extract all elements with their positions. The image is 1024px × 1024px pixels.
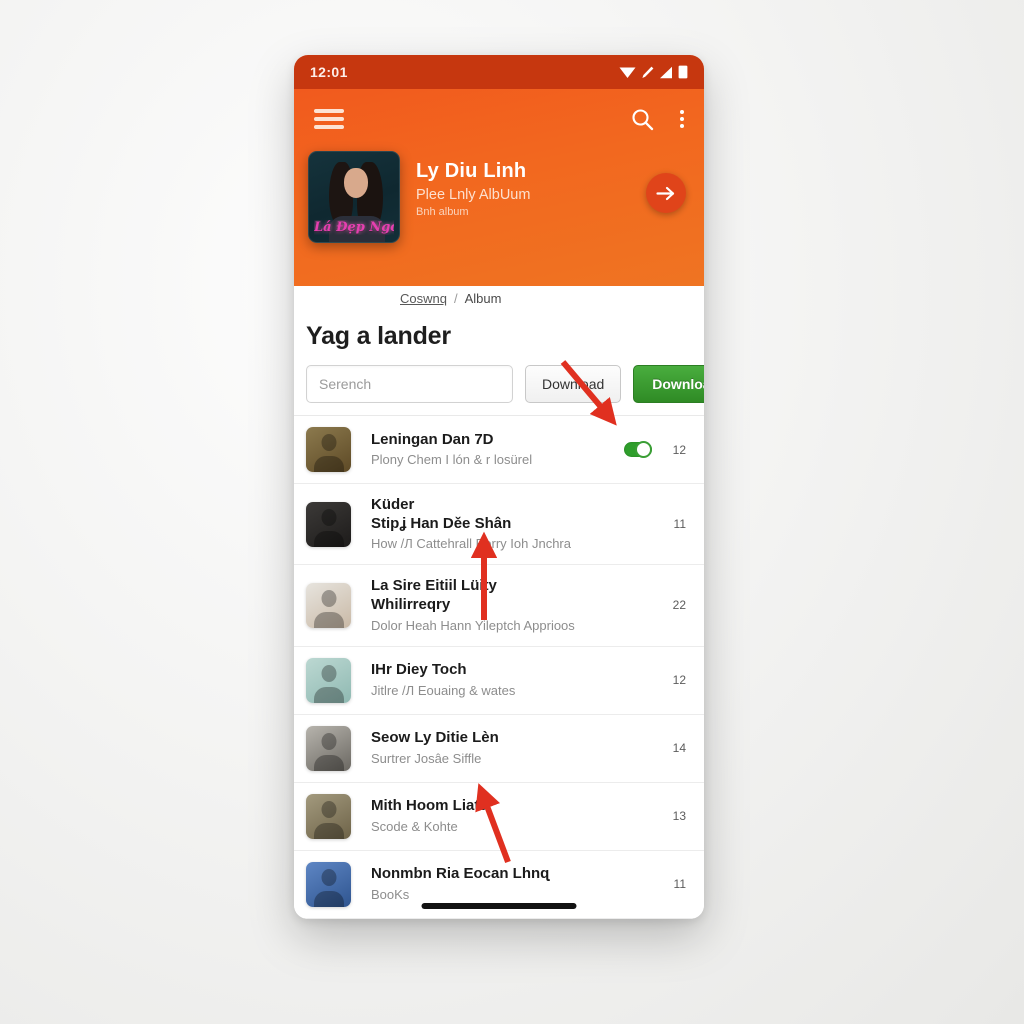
list-item-title: Nonmbn Ria Eocan Lhnɋ [371, 865, 550, 883]
app-bar-toolbar [294, 89, 704, 149]
album-subtitle-primary: Plee Lnly AlbUum [416, 187, 531, 203]
list-item-toggle[interactable] [624, 441, 652, 458]
list-item-thumbnail [306, 861, 351, 907]
list-item-trailing: 12 [624, 441, 686, 458]
list-item-subtitle: Surtrer Josâe Siffle [371, 750, 482, 766]
toolbar-controls: Download Download [294, 351, 704, 415]
list-item-title-line2: Stipʝ Han Děe Shân [371, 515, 512, 533]
album-header-text: Ly Diu Linh Plee Lnly AlbUum Bnh album [400, 151, 646, 218]
list-item-thumbnail [306, 793, 351, 839]
home-indicator [421, 903, 577, 909]
download-secondary-button[interactable]: Download [525, 365, 622, 403]
album-subtitle-secondary: Bnh album [416, 206, 469, 218]
list-item[interactable]: Mith Hoom Liatd Scode & Kohte 13 [294, 783, 704, 851]
list-item-text: Leningan Dan 7D Plony Chem I lón & r losü… [351, 430, 624, 469]
list-item-thumbnail [306, 427, 351, 472]
item-list: Leningan Dan 7D Plony Chem I lón & r losü… [294, 415, 704, 919]
list-item-count: 13 [672, 809, 686, 824]
list-item-title-line2: Whilirreqry [371, 596, 451, 614]
breadcrumb-root[interactable]: Coswnq [400, 291, 447, 306]
list-item-subtitle: Dolor Heah Hann Yileptch Apprioos [371, 617, 575, 633]
wifi-icon [619, 67, 636, 78]
list-item-trailing: 11 [668, 517, 686, 531]
next-arrow-button[interactable] [646, 173, 686, 213]
list-item-title: IHr Diey Toch [371, 661, 467, 679]
list-item-count: 22 [672, 598, 686, 613]
list-item-subtitle: Scode & Kohte [371, 818, 458, 834]
list-item-text: Küder Stipʝ Han Děe Shân How /Л Cattehrall… [351, 495, 668, 553]
list-item-count: 12 [672, 442, 686, 457]
app-bar-actions [631, 108, 684, 131]
list-item-trailing: 22 [668, 598, 686, 612]
album-art-thumbnail: Lá Đẹp Ngón [308, 151, 400, 243]
album-art-caption: Lá Đẹp Ngón [314, 220, 394, 235]
list-item-trailing: 11 [668, 877, 686, 891]
list-item-thumbnail [306, 501, 351, 547]
list-item-text: Seow Ly Ditie Lèn Surtrer Josâe Siffle [351, 728, 668, 767]
list-item[interactable]: La Sire Eitiil Lüity Whilirreqry Dolor Hea… [294, 565, 704, 647]
breadcrumb-separator: / [453, 291, 458, 306]
breadcrumb: Coswnq / Album [294, 283, 704, 306]
app-bar: Lá Đẹp Ngón Ly Diu Linh Plee Lnly AlbUum… [294, 89, 704, 286]
list-item-title: Küder [371, 496, 415, 513]
list-item-thumbnail [306, 582, 351, 628]
album-header: Lá Đẹp Ngón Ly Diu Linh Plee Lnly AlbUum… [294, 151, 704, 243]
list-item-title: Seow Ly Ditie Lèn [371, 729, 499, 747]
more-vertical-icon[interactable] [680, 110, 684, 128]
status-bar-icons [619, 65, 688, 79]
hamburger-menu-icon[interactable] [314, 109, 344, 129]
list-item-subtitle: Plony Chem I lón & r losürel [371, 452, 533, 468]
list-item-trailing: 14 [668, 741, 686, 755]
list-item-subtitle: Jitlre /Л Eouaing & wates [371, 682, 516, 698]
list-item-count: 14 [672, 741, 686, 756]
list-item-count: 12 [672, 673, 686, 688]
status-bar-clock: 12:01 [310, 64, 348, 80]
list-item-subtitle: BooKs [371, 886, 410, 902]
album-title: Ly Diu Linh [416, 160, 527, 182]
page-content: Coswnq / Album Yag a lander Download Dow… [294, 283, 704, 919]
search-icon[interactable] [631, 108, 654, 131]
list-item-count: 11 [673, 877, 686, 892]
page-title: Yag a lander [306, 322, 451, 350]
breadcrumb-current: Album [464, 291, 502, 306]
search-input[interactable] [306, 365, 513, 403]
list-item[interactable]: IHr Diey Toch Jitlre /Л Eouaing & wates 12 [294, 647, 704, 715]
arrow-right-icon [656, 186, 675, 200]
list-item-count: 11 [673, 517, 686, 532]
list-item-thumbnail [306, 657, 351, 703]
list-item-thumbnail [306, 725, 351, 771]
list-item[interactable]: Leningan Dan 7D Plony Chem I lón & r losü… [294, 416, 704, 484]
list-item-text: La Sire Eitiil Lüity Whilirreqry Dolor Hea… [351, 576, 668, 634]
phone-frame: 12:01 Lá Đẹp Ng Ly Diu Linh Plee Lnly Al… [294, 55, 704, 919]
status-bar: 12:01 [294, 55, 704, 89]
list-item-title: Mith Hoom Liatd [371, 797, 489, 815]
list-item-text: Mith Hoom Liatd Scode & Kohte [351, 796, 668, 835]
list-item-subtitle: How /Л Cattehrall Eorry Ioh Jnchra [371, 536, 571, 552]
list-item-text: IHr Diey Toch Jitlre /Л Eouaing & wates [351, 660, 668, 699]
list-item[interactable]: Seow Ly Ditie Lèn Surtrer Josâe Siffle 14 [294, 715, 704, 783]
list-item-trailing: 13 [668, 809, 686, 823]
list-item[interactable]: Küder Stipʝ Han Děe Shân How /Л Cattehrall… [294, 484, 704, 566]
list-item-title: Leningan Dan 7D [371, 430, 494, 448]
list-item-text: Nonmbn Ria Eocan Lhnɋ BooKs [351, 864, 668, 903]
battery-icon [678, 65, 688, 79]
edit-icon [642, 66, 654, 78]
list-item-trailing: 12 [668, 673, 686, 687]
list-item-title: La Sire Eitiil Lüity [371, 577, 497, 595]
signal-icon [660, 66, 672, 78]
download-primary-button[interactable]: Download [633, 365, 704, 403]
